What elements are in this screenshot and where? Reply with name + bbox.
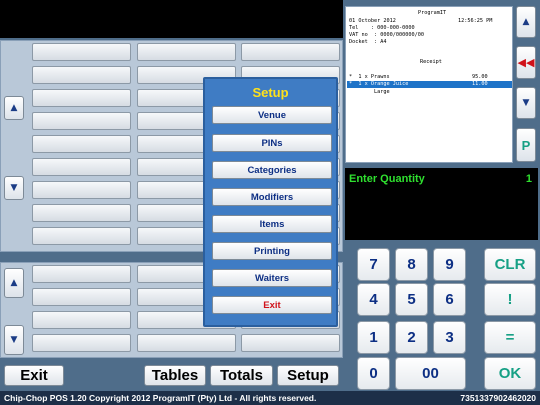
receipt-item-selected[interactable]: * 1 x Orange Juice	[349, 81, 408, 87]
setup-printing-button[interactable]: Printing	[212, 242, 332, 260]
key-4[interactable]: 4	[357, 283, 390, 316]
setup-items-button[interactable]: Items	[212, 215, 332, 233]
p-button[interactable]: P	[516, 128, 536, 162]
receipt-panel: ProgramIT 01 October 2012 12:56:25 PM Te…	[345, 6, 513, 163]
receipt-scroll-up-button[interactable]: ▲	[516, 6, 536, 38]
top-display-bar	[0, 0, 343, 38]
setup-venue-button[interactable]: Venue	[212, 106, 332, 124]
exit-button[interactable]: Exit	[4, 365, 64, 386]
key-3[interactable]: 3	[433, 321, 466, 354]
display-prompt: Enter Quantity	[349, 173, 425, 185]
key-6[interactable]: 6	[433, 283, 466, 316]
item-button[interactable]	[32, 334, 131, 352]
status-code: 7351337902462020	[460, 393, 536, 403]
key-5[interactable]: 5	[395, 283, 428, 316]
category-button[interactable]	[32, 112, 131, 130]
receipt-heading: Receipt	[420, 59, 442, 65]
item-button[interactable]	[32, 288, 131, 306]
setup-button[interactable]: Setup	[277, 365, 339, 386]
key-9[interactable]: 9	[433, 248, 466, 281]
setup-modifiers-button[interactable]: Modifiers	[212, 188, 332, 206]
category-button[interactable]	[32, 43, 131, 61]
double-left-arrow-icon: ◀◀	[517, 56, 535, 69]
category-button[interactable]	[241, 43, 340, 61]
category-scroll-down-button[interactable]: ▼	[4, 176, 24, 200]
key-7[interactable]: 7	[357, 248, 390, 281]
receipt-tel: Tel : 000-000-0000	[349, 25, 415, 31]
receipt-company: ProgramIT	[418, 10, 447, 16]
receipt-item[interactable]: * 1 x Prawns	[349, 74, 390, 80]
setup-menu: Setup Venue PINs Categories Modifiers It…	[203, 77, 338, 327]
setup-waiters-button[interactable]: Waiters	[212, 269, 332, 287]
key-0[interactable]: 0	[357, 357, 390, 390]
receipt-item-price: 95.00	[472, 74, 488, 80]
category-button[interactable]	[32, 158, 131, 176]
down-triangle-icon: ▼	[10, 335, 18, 345]
display-value: 1	[525, 173, 532, 185]
category-button[interactable]	[32, 181, 131, 199]
category-button[interactable]	[32, 204, 131, 222]
key-8[interactable]: 8	[395, 248, 428, 281]
category-scroll-up-button[interactable]: ▲	[4, 96, 24, 120]
setup-categories-button[interactable]: Categories	[212, 161, 332, 179]
receipt-docket: Docket : A4	[349, 39, 387, 45]
item-button[interactable]	[32, 265, 131, 283]
rewind-button[interactable]: ◀◀	[516, 46, 536, 79]
key-00[interactable]: 00	[395, 357, 466, 390]
ok-button[interactable]: OK	[484, 357, 536, 390]
receipt-time: 12:56:25 PM	[458, 18, 493, 24]
copyright-text: Chip-Chop POS 1.20 Copyright 2012 Progra…	[4, 393, 317, 403]
item-scroll-down-button[interactable]: ▼	[4, 325, 24, 355]
receipt-date: 01 October 2012	[349, 18, 396, 24]
setup-pins-button[interactable]: PINs	[212, 134, 332, 152]
up-triangle-icon: ▲	[10, 103, 18, 113]
receipt-modifier: Large	[374, 89, 390, 95]
exclamation-button[interactable]: !	[484, 283, 536, 316]
item-button[interactable]	[32, 311, 131, 329]
setup-exit-button[interactable]: Exit	[212, 296, 332, 314]
item-button[interactable]	[241, 334, 340, 352]
equals-button[interactable]: =	[484, 321, 536, 354]
category-button[interactable]	[32, 135, 131, 153]
tables-button[interactable]: Tables	[144, 365, 206, 386]
item-scroll-up-button[interactable]: ▲	[4, 268, 24, 298]
clear-button[interactable]: CLR	[484, 248, 536, 281]
category-button[interactable]	[32, 89, 131, 107]
category-button[interactable]	[32, 66, 131, 84]
category-button[interactable]	[137, 43, 236, 61]
setup-menu-title: Setup	[252, 85, 289, 100]
status-bar: Chip-Chop POS 1.20 Copyright 2012 Progra…	[0, 391, 540, 405]
totals-button[interactable]: Totals	[210, 365, 273, 386]
item-button[interactable]	[137, 334, 236, 352]
quantity-display: Enter Quantity 1	[345, 168, 538, 240]
receipt-vat: VAT no : 0000/000000/00	[349, 32, 424, 38]
up-triangle-icon: ▲	[522, 17, 530, 27]
receipt-scroll-down-button[interactable]: ▼	[516, 87, 536, 119]
down-triangle-icon: ▼	[522, 98, 530, 108]
receipt-item-price-selected: 11.00	[472, 81, 488, 87]
key-2[interactable]: 2	[395, 321, 428, 354]
up-triangle-icon: ▲	[10, 278, 18, 288]
category-button[interactable]	[32, 227, 131, 245]
key-1[interactable]: 1	[357, 321, 390, 354]
down-triangle-icon: ▼	[10, 183, 18, 193]
